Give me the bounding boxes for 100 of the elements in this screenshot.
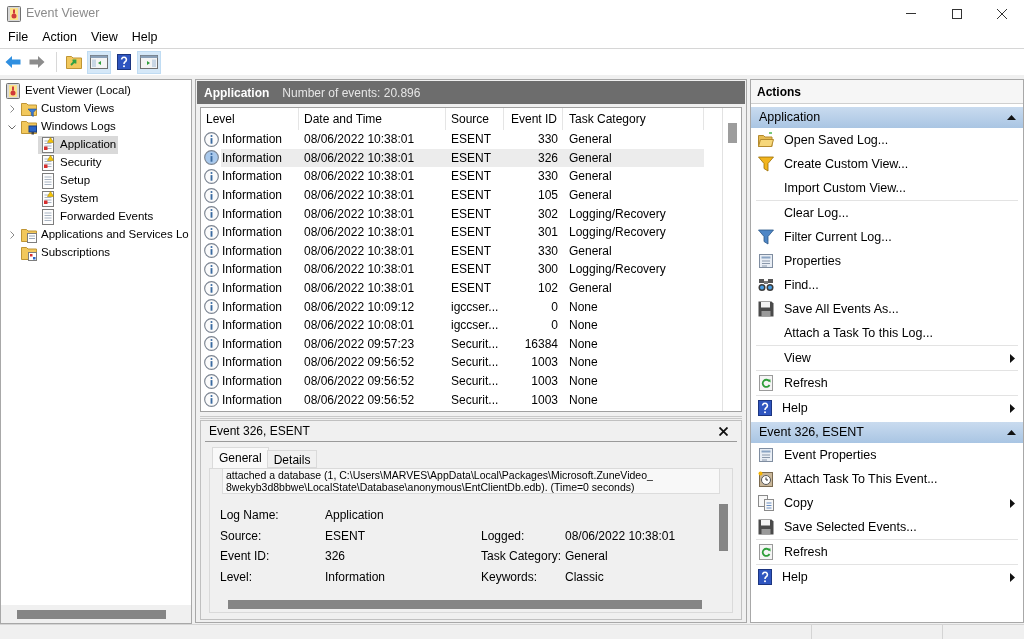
- table-cell-text: ESENT: [450, 242, 492, 260]
- command-link[interactable]: Refresh: [756, 540, 1018, 564]
- command-link[interactable]: Copy: [756, 491, 1018, 515]
- table-cell-text: 105: [536, 187, 559, 205]
- tree-item[interactable]: Security: [38, 154, 104, 172]
- table-cell-text: Securit...: [450, 391, 500, 409]
- table-cell-text: ESENT: [450, 224, 492, 242]
- command-link[interactable]: Open Saved Log...: [756, 128, 1018, 152]
- toolbar-button[interactable]: [87, 50, 111, 74]
- menu-item[interactable]: Action: [35, 27, 84, 48]
- command-link[interactable]: Clear Log...: [756, 201, 1018, 225]
- table-cell-text: Securit...: [450, 373, 500, 390]
- command-link[interactable]: Save Selected Events...: [756, 515, 1018, 539]
- table-row[interactable]: Information 08/06/2022 10:38:01 ESENT 330 General: [221, 241, 704, 261]
- close-icon: [718, 426, 728, 436]
- table-cell-text: 08/06/2022 09:56:52: [303, 354, 416, 372]
- tree-item[interactable]: Application: [38, 136, 119, 154]
- table-cell-text: Information: [221, 168, 284, 186]
- table-cell-text: Information: [221, 205, 284, 223]
- command-link[interactable]: Refresh: [756, 371, 1018, 395]
- column-header[interactable]: Level: [201, 108, 299, 130]
- table-cell-text: Information: [221, 131, 284, 149]
- table-cell-text: Information: [221, 187, 284, 205]
- menu-item[interactable]: View: [83, 27, 125, 48]
- field-label: Log Name:: [220, 507, 280, 525]
- table-cell-text: ESENT: [450, 205, 492, 223]
- tab[interactable]: General: [212, 447, 269, 468]
- field-label: Keywords:: [481, 568, 539, 586]
- tree-item[interactable]: Setup: [38, 172, 93, 190]
- command-link[interactable]: Properties: [756, 249, 1018, 273]
- table-cell-text: Information: [221, 224, 284, 242]
- table-row[interactable]: Information 08/06/2022 10:38:01 ESENT 301 Logging/Recovery: [221, 222, 704, 242]
- table-row[interactable]: Information 08/06/2022 10:38:01 ESENT 102 General: [221, 278, 704, 298]
- tree-item[interactable]: Custom Views: [19, 100, 117, 118]
- table-cell-text: General: [568, 242, 613, 260]
- command-link[interactable]: Save All Events As...: [756, 297, 1018, 321]
- scrollbar-thumb[interactable]: [719, 504, 728, 551]
- table-cell-text: None: [568, 391, 599, 409]
- scrollbar-thumb[interactable]: [727, 123, 737, 143]
- column-header[interactable]: Date and Time: [299, 108, 446, 130]
- table-row[interactable]: Information 08/06/2022 09:56:52 Securit... 1003 None: [221, 390, 704, 409]
- close-button[interactable]: [717, 425, 729, 437]
- table-row[interactable]: Information 08/06/2022 10:08:01 igccser... 0 None: [221, 315, 704, 335]
- scrollbar-thumb[interactable]: [228, 600, 702, 609]
- table-cell-text: 0: [550, 298, 559, 316]
- table-cell-text: Logging/Recovery: [568, 224, 667, 242]
- description-box: attached a database (1, C:\Users\MARVES\AppData\Local\Packages\Microsoft.ZuneVideo_ 8wekyb3d8bbwe\LocalState\Database\anonymous\EntClientDb.edb). (Time=0 seconds): [222, 469, 720, 494]
- section-header[interactable]: Event 326, ESENT: [751, 422, 1023, 443]
- table-row[interactable]: Information 08/06/2022 09:57:23 Securit... 16384 None: [221, 334, 704, 354]
- refresh-icon: [758, 375, 774, 391]
- toolbar-button[interactable]: [137, 50, 161, 74]
- command-link[interactable]: Create Custom View...: [756, 152, 1018, 176]
- tree-item[interactable]: Subscriptions: [19, 244, 113, 262]
- funnel-icon: [758, 229, 774, 245]
- table-row[interactable]: Information 08/06/2022 09:56:52 Securit... 1003 None: [221, 353, 704, 372]
- field-value: Information: [325, 568, 387, 586]
- command-link[interactable]: Attach Task To This Event...: [756, 467, 1018, 491]
- table-cell-text: ESENT: [450, 187, 492, 205]
- table-row[interactable]: Information 08/06/2022 10:38:01 ESENT 105 General: [221, 185, 704, 205]
- table-cell-text: 08/06/2022 10:38:01: [303, 261, 416, 279]
- table-cell-text: Information: [221, 335, 284, 353]
- command-link[interactable]: Import Custom View...: [756, 176, 1018, 200]
- log-icon: [40, 209, 56, 225]
- command-link[interactable]: Help: [756, 396, 1018, 420]
- tree-item[interactable]: Windows Logs: [19, 118, 118, 136]
- column-header[interactable]: Task Category: [563, 108, 704, 130]
- table-cell-text: Information: [221, 149, 284, 167]
- tab[interactable]: Details: [266, 450, 318, 468]
- command-link[interactable]: Attach a Task To this Log...: [756, 321, 1018, 345]
- table-row[interactable]: Information 08/06/2022 10:38:01 ESENT 326 General: [221, 148, 704, 168]
- table-cell-text: ESENT: [450, 131, 492, 149]
- table-row[interactable]: Information 08/06/2022 10:09:12 igccser... 0 None: [221, 297, 704, 316]
- table-cell-text: 16384: [523, 335, 559, 353]
- table-row[interactable]: Information 08/06/2022 10:38:01 ESENT 302 Logging/Recovery: [221, 204, 704, 223]
- panel-icon: [140, 55, 158, 69]
- tree-item[interactable]: Applications and Services Lo: [19, 226, 191, 244]
- table-row[interactable]: Information 08/06/2022 10:38:01 ESENT 330 General: [221, 130, 704, 149]
- table-cell-text: ESENT: [450, 149, 492, 167]
- column-header[interactable]: Event ID: [504, 108, 563, 130]
- menu-item[interactable]: Help: [124, 27, 165, 48]
- table-row[interactable]: Information 08/06/2022 10:38:01 ESENT 330 General: [221, 167, 704, 186]
- command-link[interactable]: Find...: [756, 273, 1018, 297]
- table-cell-text: 326: [536, 149, 559, 167]
- section-header[interactable]: Application: [751, 107, 1023, 128]
- field-value: Application: [325, 507, 385, 525]
- table-row[interactable]: Information 08/06/2022 09:56:52 Securit... 1003 None: [221, 371, 704, 391]
- tree-item[interactable]: System: [38, 190, 101, 208]
- tree-item[interactable]: Forwarded Events: [38, 208, 156, 226]
- command-link[interactable]: View: [756, 346, 1018, 370]
- tree-item[interactable]: Event Viewer (Local): [3, 82, 133, 100]
- table-cell-text: None: [568, 317, 599, 335]
- command-link[interactable]: Help: [756, 565, 1018, 589]
- column-header[interactable]: Source: [446, 108, 504, 130]
- funnel-icon: [758, 156, 774, 172]
- command-link[interactable]: Filter Current Log...: [756, 225, 1018, 249]
- scrollbar-thumb[interactable]: [17, 609, 166, 619]
- menu-item[interactable]: File: [1, 27, 36, 48]
- table-row[interactable]: Information 08/06/2022 10:38:01 ESENT 300 Logging/Recovery: [221, 260, 704, 279]
- panel-icon: [90, 55, 108, 69]
- command-link[interactable]: Event Properties: [756, 443, 1018, 467]
